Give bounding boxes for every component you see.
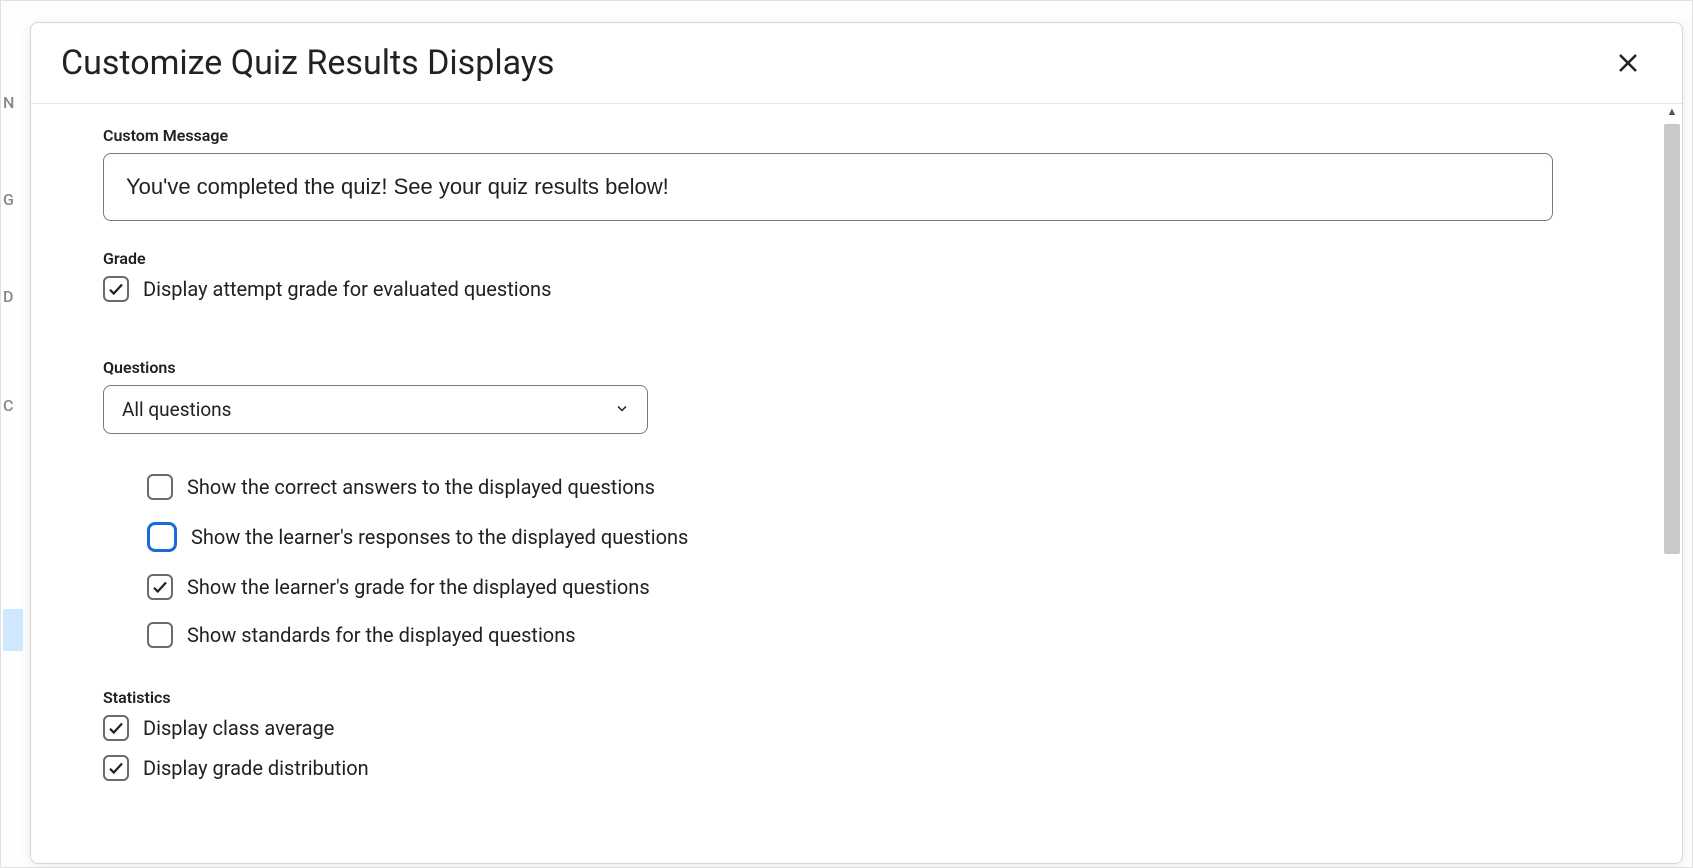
check-icon bbox=[151, 578, 169, 596]
grade-group: Grade Display attempt grade for evaluate… bbox=[103, 249, 1622, 302]
check-icon bbox=[107, 759, 125, 777]
scrollbar-thumb[interactable] bbox=[1664, 124, 1680, 554]
scrollbar[interactable]: ▲ bbox=[1662, 104, 1682, 863]
show-standards-row: Show standards for the displayed questio… bbox=[147, 622, 1622, 648]
customize-quiz-results-dialog: Customize Quiz Results Displays Custom M… bbox=[30, 22, 1683, 864]
questions-options-list: Show the correct answers to the displaye… bbox=[103, 474, 1622, 648]
show-learner-responses-checkbox[interactable] bbox=[147, 522, 177, 552]
show-standards-label: Show standards for the displayed questio… bbox=[187, 623, 576, 647]
show-correct-answers-row: Show the correct answers to the displaye… bbox=[147, 474, 1622, 500]
grade-label: Grade bbox=[103, 249, 1622, 268]
dialog-header: Customize Quiz Results Displays bbox=[31, 23, 1682, 104]
show-learner-grade-checkbox[interactable] bbox=[147, 574, 173, 600]
close-button[interactable] bbox=[1610, 45, 1646, 81]
custom-message-input[interactable] bbox=[103, 153, 1553, 221]
bg-letter: G bbox=[3, 190, 14, 209]
grade-distribution-label: Display grade distribution bbox=[143, 756, 369, 780]
check-icon bbox=[107, 280, 125, 298]
questions-select[interactable]: All questions bbox=[103, 385, 648, 434]
check-icon bbox=[107, 719, 125, 737]
display-attempt-grade-label: Display attempt grade for evaluated ques… bbox=[143, 277, 551, 301]
class-average-label: Display class average bbox=[143, 716, 334, 740]
display-attempt-grade-row: Display attempt grade for evaluated ques… bbox=[103, 276, 1622, 302]
dialog-title: Customize Quiz Results Displays bbox=[61, 43, 554, 83]
statistics-label: Statistics bbox=[103, 688, 1622, 707]
questions-select-wrap: All questions bbox=[103, 385, 648, 434]
bg-letter: D bbox=[3, 287, 14, 306]
custom-message-label: Custom Message bbox=[103, 126, 1622, 145]
show-correct-answers-checkbox[interactable] bbox=[147, 474, 173, 500]
dialog-body: Custom Message Grade Display attempt gra… bbox=[31, 104, 1682, 863]
scrollbar-up-arrow-icon[interactable]: ▲ bbox=[1662, 106, 1682, 117]
questions-group: Questions All questions Show the bbox=[103, 358, 1622, 648]
chevron-down-icon bbox=[614, 398, 630, 421]
background-selected-row bbox=[3, 609, 23, 651]
close-icon bbox=[1616, 51, 1640, 75]
class-average-row: Display class average bbox=[103, 715, 1622, 741]
show-learner-grade-label: Show the learner's grade for the display… bbox=[187, 575, 650, 599]
show-correct-answers-label: Show the correct answers to the displaye… bbox=[187, 475, 655, 499]
questions-select-value: All questions bbox=[122, 398, 231, 421]
custom-message-group: Custom Message bbox=[103, 126, 1622, 221]
show-learner-responses-row: Show the learner's responses to the disp… bbox=[147, 522, 1622, 552]
grade-distribution-checkbox[interactable] bbox=[103, 755, 129, 781]
questions-label: Questions bbox=[103, 358, 1622, 377]
grade-distribution-row: Display grade distribution bbox=[103, 755, 1622, 781]
statistics-group: Statistics Display class average Display… bbox=[103, 688, 1622, 781]
bg-letter: N bbox=[3, 93, 14, 112]
display-attempt-grade-checkbox[interactable] bbox=[103, 276, 129, 302]
show-learner-grade-row: Show the learner's grade for the display… bbox=[147, 574, 1622, 600]
show-standards-checkbox[interactable] bbox=[147, 622, 173, 648]
class-average-checkbox[interactable] bbox=[103, 715, 129, 741]
background-side-letters: N G D C bbox=[3, 93, 14, 493]
show-learner-responses-label: Show the learner's responses to the disp… bbox=[191, 525, 688, 549]
dialog-body-wrap: Custom Message Grade Display attempt gra… bbox=[31, 104, 1682, 863]
bg-letter: C bbox=[3, 396, 14, 415]
